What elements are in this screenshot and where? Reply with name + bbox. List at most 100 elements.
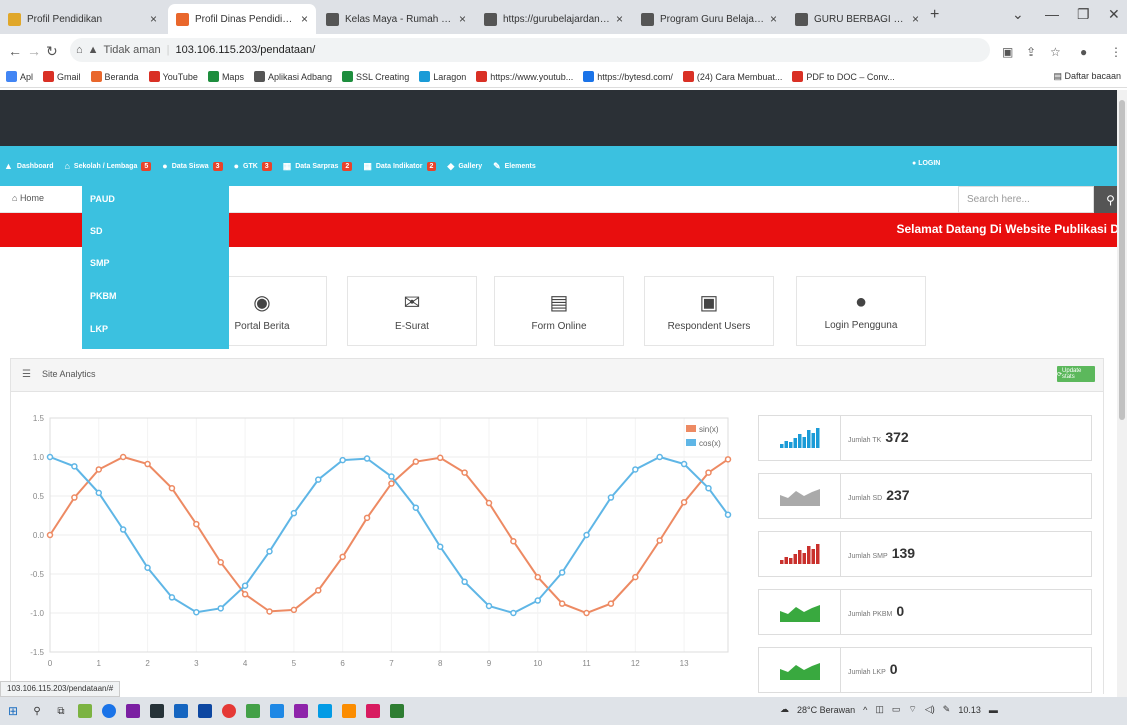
bookmark-item[interactable]: (24) Cara Membuat... — [682, 71, 782, 82]
pen-icon[interactable]: ✎ — [943, 704, 951, 715]
back-icon[interactable]: ← — [8, 43, 22, 59]
data-point[interactable] — [95, 489, 103, 497]
data-point[interactable] — [607, 494, 615, 501]
data-point[interactable] — [510, 537, 517, 545]
network-icon[interactable]: ◫ — [875, 704, 884, 715]
bookmark-item[interactable]: Aplikasi Adbang — [253, 71, 332, 82]
data-point[interactable] — [461, 578, 468, 586]
data-point[interactable] — [266, 608, 273, 615]
data-point[interactable] — [95, 466, 103, 473]
tab[interactable]: GURU BERBAGI | 1. Cara Cr × — [787, 4, 927, 34]
data-point[interactable] — [656, 453, 663, 461]
shortcut-card[interactable]: ✉ E-Surat — [347, 276, 477, 346]
data-point[interactable] — [632, 466, 639, 473]
close-tab-icon[interactable]: × — [912, 12, 919, 26]
dropdown-item[interactable]: PKBM — [90, 291, 117, 301]
data-point[interactable] — [217, 605, 224, 612]
update-stats-button[interactable]: ⟳ Update stats — [1057, 366, 1095, 382]
bookmark-item[interactable]: Beranda — [90, 71, 139, 82]
data-point[interactable] — [315, 587, 322, 594]
bookmark-item[interactable]: Gmail — [43, 71, 81, 82]
data-point[interactable] — [485, 602, 493, 610]
scrollbar-thumb[interactable] — [1119, 100, 1125, 420]
data-point[interactable] — [583, 531, 590, 539]
task-view-icon[interactable]: ⧉ — [54, 704, 68, 718]
data-point[interactable] — [558, 600, 566, 607]
app-icon[interactable] — [366, 704, 380, 718]
tab[interactable]: Profil Dinas Pendidikan × — [168, 4, 316, 34]
dropdown-item[interactable]: LKP — [90, 324, 108, 334]
forward-icon[interactable]: → — [27, 43, 41, 59]
tab[interactable]: Program Guru Belajar Mur × — [633, 4, 785, 34]
reload-icon[interactable]: ↻ — [46, 43, 58, 60]
data-point[interactable] — [510, 609, 517, 617]
data-point[interactable] — [168, 484, 176, 492]
url-bar[interactable]: ⌂ ▲ Tidak aman | 103.106.115.203/pendata… — [70, 38, 990, 62]
close-tab-icon[interactable]: × — [459, 12, 466, 26]
login-link[interactable]: ● LOGIN — [912, 160, 940, 167]
bookmark-item[interactable]: YouTube — [148, 71, 198, 82]
battery-icon[interactable]: ▭ — [892, 704, 901, 715]
app-icon[interactable] — [246, 704, 260, 718]
app-icon[interactable] — [78, 704, 92, 718]
menu-icon[interactable]: ⋮ — [1110, 45, 1122, 59]
close-tab-icon[interactable]: × — [301, 12, 308, 26]
shortcut-card[interactable]: ● Login Pengguna — [796, 276, 926, 346]
data-point[interactable] — [168, 594, 176, 601]
data-point[interactable] — [241, 591, 249, 598]
data-point[interactable] — [119, 526, 127, 533]
data-point[interactable] — [705, 469, 712, 476]
warning-icon[interactable]: ▲ — [88, 44, 99, 56]
data-point[interactable] — [412, 458, 420, 465]
bookmark-item[interactable]: Laragon — [419, 71, 466, 82]
breadcrumb[interactable]: ⌂ Home — [12, 193, 44, 203]
close-window-icon[interactable]: ✕ — [1108, 6, 1120, 23]
data-point[interactable] — [339, 456, 346, 464]
bookmark-item[interactable]: SSL Creating — [342, 71, 409, 82]
data-point[interactable] — [485, 499, 493, 507]
app-icon[interactable] — [390, 704, 404, 718]
app-icon[interactable] — [126, 704, 140, 718]
data-point[interactable] — [71, 463, 78, 470]
home-icon[interactable]: ⌂ — [76, 44, 83, 56]
data-point[interactable] — [724, 511, 732, 518]
dropdown-item[interactable]: PAUD — [90, 194, 115, 204]
data-point[interactable] — [363, 455, 371, 462]
data-point[interactable] — [680, 460, 688, 468]
app-icon[interactable] — [342, 704, 356, 718]
data-point[interactable] — [290, 509, 298, 517]
data-point[interactable] — [363, 514, 371, 522]
volume-icon[interactable]: ◁) — [925, 704, 935, 715]
nav-item[interactable]: ● Data Siswa 3 — [162, 161, 223, 171]
app-icon[interactable] — [198, 704, 212, 718]
app-icon[interactable] — [150, 704, 164, 718]
data-point[interactable] — [193, 608, 200, 616]
data-point[interactable] — [583, 609, 590, 617]
share-icon[interactable]: ⇪ — [1026, 45, 1036, 59]
chrome-icon[interactable] — [102, 704, 116, 718]
tab[interactable]: https://gurubelajardanberb × — [476, 4, 631, 34]
bookmark-item[interactable]: https://www.youtub... — [476, 71, 573, 82]
data-point[interactable] — [315, 476, 322, 483]
data-point[interactable] — [266, 548, 273, 555]
bookmark-star-icon[interactable]: ☆ — [1050, 45, 1061, 59]
search-input[interactable]: Search here... — [958, 186, 1094, 213]
data-point[interactable] — [724, 456, 732, 463]
nav-item[interactable]: ✎ Elements — [493, 161, 536, 172]
translate-icon[interactable]: ▣ — [1002, 45, 1013, 59]
data-point[interactable] — [436, 454, 444, 462]
notification-icon[interactable]: ▬ — [989, 705, 998, 715]
tab-search-icon[interactable]: ⌄ — [1012, 6, 1024, 23]
data-point[interactable] — [388, 480, 395, 487]
data-point[interactable] — [217, 559, 224, 566]
windows-start-icon[interactable]: ⊞ — [6, 704, 20, 718]
close-tab-icon[interactable]: × — [616, 12, 623, 26]
close-tab-icon[interactable]: × — [770, 12, 777, 26]
data-point[interactable] — [193, 520, 200, 528]
data-point[interactable] — [607, 600, 615, 607]
data-point[interactable] — [339, 553, 346, 561]
data-point[interactable] — [290, 606, 298, 614]
bookmark-item[interactable]: Apl — [6, 71, 33, 82]
reading-list[interactable]: ▤ Daftar bacaan — [1053, 71, 1121, 82]
tab[interactable]: Profil Pendidikan × — [0, 4, 165, 34]
